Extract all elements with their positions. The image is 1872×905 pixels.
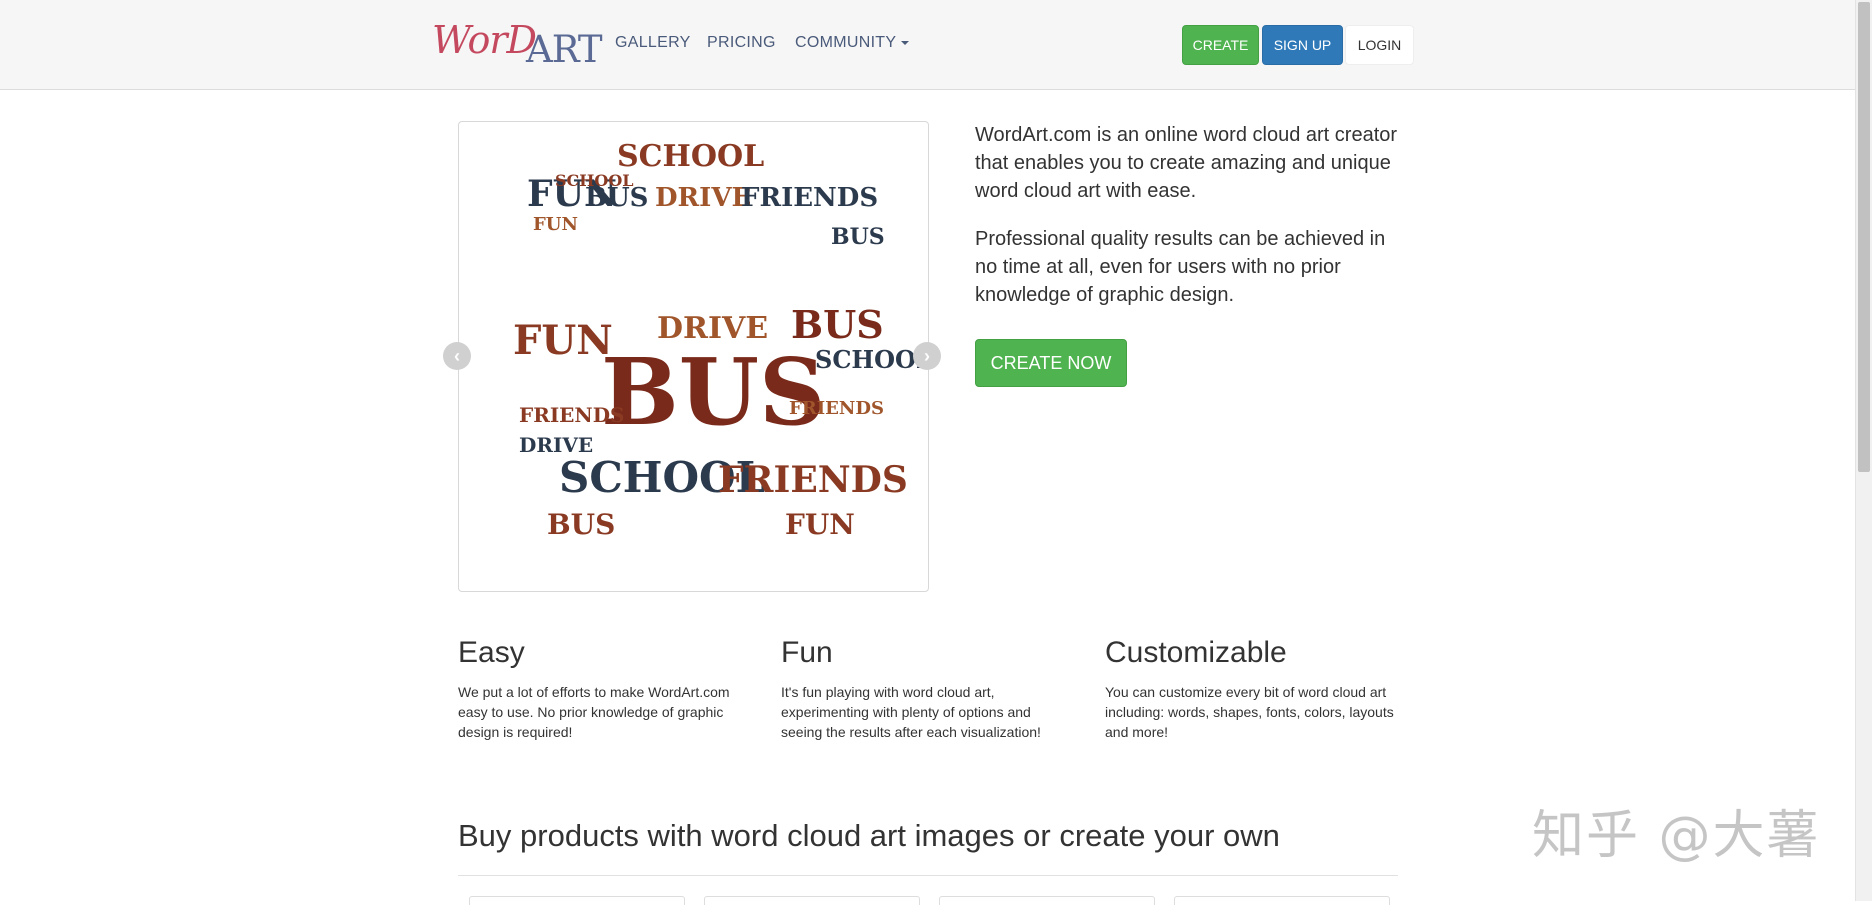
hero-carousel: BUS SCHOOL FUN BUS DRIVE FRIENDS FUN DRIVE BUS SC… <box>458 121 933 592</box>
word-cloud-word: FRIENDS <box>519 403 625 427</box>
sign-up-button[interactable]: SIGN UP <box>1262 25 1343 65</box>
word-cloud-word: SCHOOL <box>815 345 928 374</box>
bus-word-cloud-image: BUSSCHOOLFUNBUS DRIVEFRIENDSFUN DRIVE BUSSC… <box>513 139 933 541</box>
wordart-logo[interactable]: WorD ART <box>432 18 603 72</box>
word-cloud-word: DRIVE <box>655 183 751 213</box>
word-cloud-word: FUN <box>513 317 613 364</box>
nav-community-dropdown[interactable]: COMMUNITY <box>795 34 910 52</box>
carousel-prev-arrow-icon[interactable]: ‹ <box>443 342 471 370</box>
top-navbar: WorD ART GALLERY PRICING COMMUNITY CREAT… <box>0 0 1855 90</box>
hero-quality-text: Professional quality results can be achi… <box>975 228 1386 306</box>
feature-easy-title: Easy <box>458 636 525 669</box>
word-cloud-word: FUN <box>785 508 855 541</box>
word-cloud-word: DRIVE <box>519 433 593 457</box>
word-cloud-word: BUS <box>601 338 825 446</box>
word-cloud-word: FRIENDS <box>718 459 908 501</box>
chevron-down-icon <box>901 40 910 45</box>
zhihu-watermark: 知乎 @大薯 <box>1532 806 1821 866</box>
word-cloud-word: FUN <box>533 214 578 235</box>
carousel-next-arrow-icon[interactable]: › <box>913 342 941 370</box>
feature-customizable-desc: You can customize every bit of word clou… <box>1105 684 1394 740</box>
word-cloud-word: SCHOOL <box>555 171 634 190</box>
hero-intro-text: WordArt.com is an online word cloud art … <box>975 124 1398 202</box>
nav-pricing-link[interactable]: PRICING <box>707 34 776 52</box>
word-cloud-word: BUS <box>791 302 884 347</box>
word-cloud-word: SCHOOL <box>617 139 764 174</box>
section-divider <box>458 875 1398 876</box>
feature-easy-desc: We put a lot of efforts to make WordArt.… <box>458 684 730 740</box>
nav-community-label: COMMUNITY <box>795 34 897 51</box>
products-section-title: Buy products with word cloud art images … <box>458 818 1280 853</box>
feature-customizable-title: Customizable <box>1105 636 1287 669</box>
create-button[interactable]: CREATE <box>1182 25 1259 65</box>
nav-gallery-link[interactable]: GALLERY <box>615 34 691 52</box>
word-cloud-word: FRIENDS <box>789 398 884 419</box>
scrollbar-thumb[interactable] <box>1858 2 1870 472</box>
word-cloud-word: FRIENDS <box>741 183 878 213</box>
logo-art: ART <box>526 28 603 71</box>
feature-fun-desc: It's fun playing with word cloud art, ex… <box>781 684 1041 740</box>
create-now-button[interactable]: CREATE NOW <box>975 339 1127 387</box>
word-cloud-word: BUS <box>547 508 615 541</box>
feature-fun-title: Fun <box>781 636 833 669</box>
login-button[interactable]: LOGIN <box>1345 25 1414 65</box>
logo-word: WorD <box>432 18 537 62</box>
word-cloud-word: DRIVE <box>657 311 768 346</box>
word-cloud-word: BUS <box>831 224 885 250</box>
